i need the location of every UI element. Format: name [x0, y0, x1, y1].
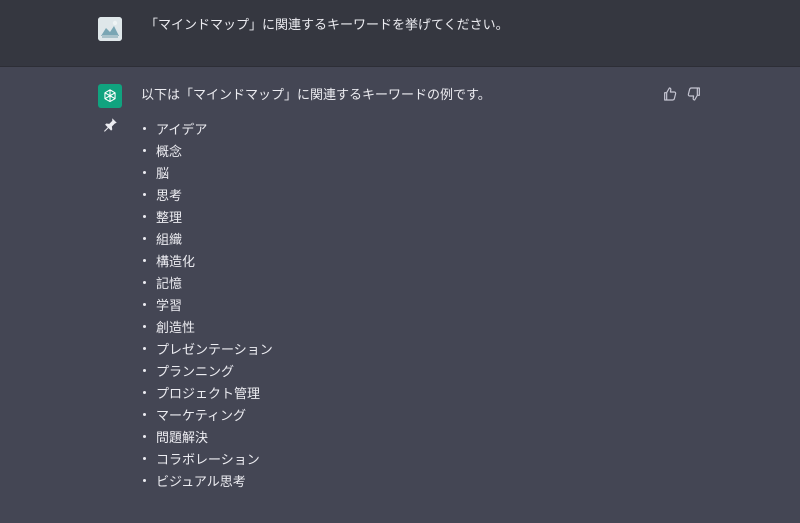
keyword-text: 思考 [156, 189, 183, 204]
list-item: プランニング [143, 362, 273, 384]
bullet-icon [143, 390, 146, 394]
list-item: 脳 [143, 164, 273, 186]
pin-glyph-icon [104, 118, 117, 132]
bullet-icon [143, 456, 146, 460]
bullet-icon [143, 192, 146, 196]
bullet-icon [143, 434, 146, 438]
list-item: マーケティング [143, 406, 273, 428]
user-message-row: 「マインドマップ」に関連するキーワードを挙げてください。 [0, 0, 800, 67]
bullet-icon [143, 126, 146, 130]
thumbs-down-button[interactable] [686, 86, 702, 102]
bullet-icon [143, 170, 146, 174]
list-item: 概念 [143, 142, 273, 164]
list-item: 記憶 [143, 274, 273, 296]
list-item: 思考 [143, 186, 273, 208]
user-message-text: 「マインドマップ」に関連するキーワードを挙げてください。 [145, 18, 509, 33]
thumbs-up-button[interactable] [662, 86, 678, 102]
keyword-text: アイデア [156, 123, 208, 138]
list-item: プロジェクト管理 [143, 384, 273, 406]
keyword-text: ビジュアル思考 [156, 475, 246, 490]
bullet-icon [143, 324, 146, 328]
list-item: 創造性 [143, 318, 273, 340]
list-item: プレゼンテーション [143, 340, 273, 362]
keyword-text: 概念 [156, 145, 183, 160]
bullet-icon [143, 214, 146, 218]
keyword-list: アイデア 概念 脳 思考 整理 組織 構造化 記憶 学習 創造性 プレゼンテーシ… [143, 120, 273, 494]
pin-icon[interactable] [101, 116, 119, 134]
thumbs-up-icon [664, 87, 677, 101]
list-item: 組織 [143, 230, 273, 252]
bullet-icon [143, 368, 146, 372]
user-avatar-image-icon [98, 17, 122, 41]
assistant-avatar [98, 84, 122, 108]
bullet-icon [143, 346, 146, 350]
keyword-text: コラボレーション [156, 453, 260, 468]
list-item: 構造化 [143, 252, 273, 274]
user-avatar [98, 17, 122, 41]
bullet-icon [143, 412, 146, 416]
bullet-icon [143, 236, 146, 240]
keyword-text: 記憶 [156, 277, 183, 292]
list-item: 学習 [143, 296, 273, 318]
keyword-text: プレゼンテーション [156, 343, 273, 358]
bullet-icon [143, 148, 146, 152]
keyword-text: 組織 [156, 233, 183, 248]
keyword-text: 問題解決 [156, 431, 209, 446]
thumbs-down-icon [687, 87, 700, 101]
keyword-text: 脳 [156, 167, 170, 182]
bullet-icon [143, 258, 146, 262]
assistant-intro-text: 以下は「マインドマップ」に関連するキーワードの例です。 [141, 88, 491, 103]
list-item: ビジュアル思考 [143, 472, 273, 494]
keyword-text: 創造性 [156, 321, 196, 336]
keyword-text: 構造化 [156, 255, 196, 270]
keyword-text: プランニング [156, 365, 235, 380]
list-item: 問題解決 [143, 428, 273, 450]
keyword-text: プロジェクト管理 [156, 387, 261, 402]
keyword-text: マーケティング [156, 409, 246, 424]
bullet-icon [143, 280, 146, 284]
list-item: コラボレーション [143, 450, 273, 472]
keyword-text: 整理 [156, 211, 183, 226]
chat-page: 「マインドマップ」に関連するキーワードを挙げてください。 以下は「マインドマップ… [0, 0, 800, 523]
bullet-icon [143, 302, 146, 306]
keyword-text: 学習 [156, 299, 183, 314]
assistant-message-row: 以下は「マインドマップ」に関連するキーワードの例です。 アイデア 概念 脳 思考… [0, 67, 800, 523]
bullet-icon [143, 478, 146, 482]
list-item: アイデア [143, 120, 273, 142]
openai-logo-icon [104, 89, 116, 103]
list-item: 整理 [143, 208, 273, 230]
